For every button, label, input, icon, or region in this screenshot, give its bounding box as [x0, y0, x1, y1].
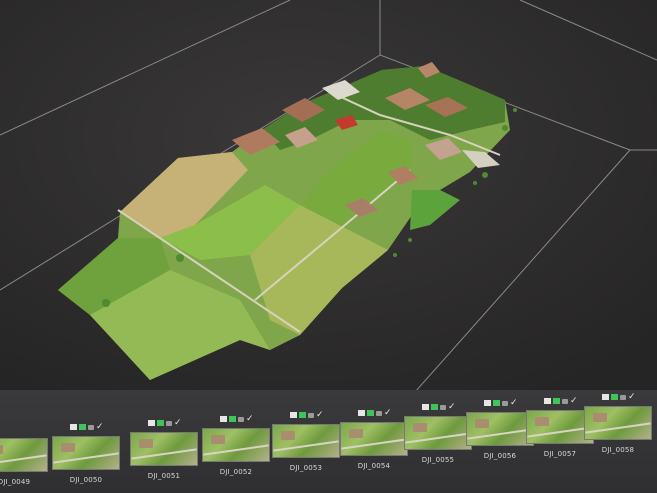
check-icon: ✓	[448, 401, 456, 412]
camera-icon	[562, 398, 568, 404]
flag-green-icon	[79, 424, 86, 430]
flag-icon	[544, 398, 551, 404]
photo-status-icons: ✓	[544, 396, 578, 406]
flag-green-icon	[229, 416, 236, 422]
photo-thumbnail-item[interactable]: ✓ DJI_0056	[466, 398, 534, 460]
photo-status-icons: ✓	[358, 408, 392, 418]
check-icon: ✓	[96, 421, 104, 432]
flag-icon	[220, 416, 227, 422]
check-icon: ✓	[246, 413, 254, 424]
photo-thumbnail-item[interactable]: ✓ DJI_0054	[340, 408, 408, 470]
photo-label: DJI_0050	[69, 476, 103, 484]
check-icon: ✓	[570, 395, 578, 406]
photo-label: DJI_0056	[483, 452, 517, 460]
camera-icon	[238, 416, 244, 422]
photo-status-icons: ✓	[220, 414, 254, 424]
flag-green-icon	[367, 410, 374, 416]
photo-thumbnail-item[interactable]: ✓ DJI_0050	[52, 422, 120, 484]
flag-icon	[358, 410, 365, 416]
flag-green-icon	[431, 404, 438, 410]
photo-thumbnail-image[interactable]	[0, 438, 48, 472]
flag-green-icon	[493, 400, 500, 406]
check-icon: ✓	[316, 409, 324, 420]
photo-thumbnail-image[interactable]	[584, 406, 652, 440]
flag-green-icon	[611, 394, 618, 400]
flag-icon	[290, 412, 297, 418]
flag-green-icon	[553, 398, 560, 404]
photo-label: DJI_0055	[421, 456, 455, 464]
check-icon: ✓	[384, 407, 392, 418]
photo-label: DJI_0049	[0, 478, 31, 486]
flag-green-icon	[299, 412, 306, 418]
flag-icon	[422, 404, 429, 410]
check-icon: ✓	[174, 417, 182, 428]
flag-icon	[602, 394, 609, 400]
photo-status-icons: ✓	[484, 398, 518, 408]
flag-icon	[148, 420, 155, 426]
photo-status-icons: ✓	[148, 418, 182, 428]
camera-icon	[376, 410, 382, 416]
photo-status-icons: ✓	[290, 410, 324, 420]
photo-status-icons: ✓	[70, 422, 104, 432]
photo-thumbnail-image[interactable]	[202, 428, 270, 462]
camera-icon	[620, 394, 626, 400]
photo-thumbnail-item[interactable]: ✓ DJI_0051	[130, 418, 198, 480]
check-icon: ✓	[510, 397, 518, 408]
check-icon: ✓	[628, 391, 636, 402]
photo-thumbnail-item[interactable]: ✓ DJI_0055	[404, 402, 472, 464]
photo-status-icons: ✓	[422, 402, 456, 412]
flag-icon	[484, 400, 491, 406]
camera-icon	[88, 424, 94, 430]
photo-thumbnail-image[interactable]	[466, 412, 534, 446]
photo-status-icons: ✓	[602, 392, 636, 402]
photo-thumbnail-image[interactable]	[404, 416, 472, 450]
flag-green-icon	[157, 420, 164, 426]
photo-label: DJI_0053	[289, 464, 323, 472]
camera-icon	[502, 400, 508, 406]
photo-thumbnail-item[interactable]: ✓ DJI_0053	[272, 410, 340, 472]
camera-icon	[440, 404, 446, 410]
flag-icon	[70, 424, 77, 430]
photo-thumbnail-item[interactable]: DJI_0049	[0, 438, 48, 486]
photo-thumbnail-item[interactable]: ✓ DJI_0052	[202, 414, 270, 476]
photo-thumbnail-image[interactable]	[52, 436, 120, 470]
photo-filmstrip[interactable]: DJI_0049 ✓ DJI_0050 ✓ DJI_0051 ✓ DJI_0052 ✓ DJI_…	[0, 390, 657, 493]
photo-label: DJI_0052	[219, 468, 253, 476]
photo-label: DJI_0058	[601, 446, 635, 454]
camera-icon	[166, 420, 172, 426]
photo-thumbnail-image[interactable]	[340, 422, 408, 456]
camera-icon	[308, 412, 314, 418]
viewport-canvas[interactable]	[0, 0, 657, 392]
photo-thumbnail-item[interactable]: ✓ DJI_0058	[584, 392, 652, 454]
photo-thumbnail-image[interactable]	[130, 432, 198, 466]
photo-label: DJI_0054	[357, 462, 391, 470]
photo-thumbnail-image[interactable]	[272, 424, 340, 458]
3d-viewport[interactable]	[0, 0, 657, 392]
photo-label: DJI_0051	[147, 472, 181, 480]
